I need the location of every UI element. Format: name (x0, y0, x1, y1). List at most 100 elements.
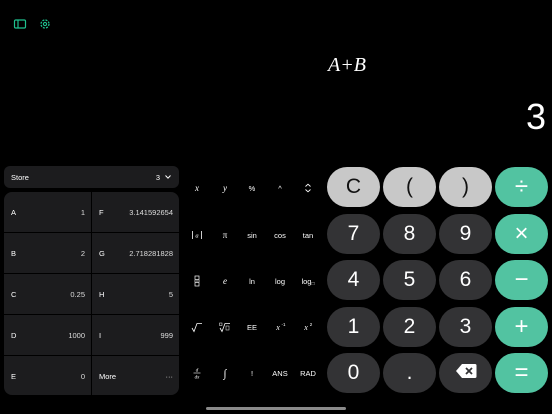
minus-button[interactable]: − (495, 260, 548, 300)
variable-e[interactable]: E0 (4, 356, 91, 395)
left-paren-button[interactable]: ( (383, 167, 436, 207)
digit-0-button[interactable]: 0 (327, 353, 380, 393)
variable-c[interactable]: C 0.25 (4, 274, 91, 315)
factorial-button[interactable]: ! (239, 360, 265, 386)
cos-button[interactable]: cos (267, 222, 293, 248)
grid-divider (4, 314, 179, 315)
euler-button[interactable]: e (212, 268, 238, 294)
variable-h[interactable]: H5 (92, 274, 179, 315)
square-icon[interactable]: x2 (295, 314, 321, 340)
variable-f[interactable]: F 3.141592654 (92, 192, 179, 233)
store-label: Store (11, 173, 29, 182)
variable-a[interactable]: A1 (4, 192, 91, 233)
grid-divider (4, 355, 179, 356)
nth-root-icon[interactable] (212, 314, 238, 340)
grid-divider (91, 192, 92, 395)
ln-button[interactable]: ln (239, 268, 265, 294)
log-button[interactable]: log (267, 268, 293, 294)
home-indicator (206, 407, 346, 410)
digit-9-button[interactable]: 9 (439, 214, 492, 254)
variables-grid: A1 F 3.141592654 B2 G 2.718281828 C 0.25 H5… (4, 192, 179, 395)
variable-value: 2 (80, 249, 85, 258)
variable-d[interactable]: D 1000 (4, 315, 91, 356)
svg-text:x: x (303, 323, 308, 332)
sidebar-icon[interactable] (13, 17, 27, 31)
backspace-button[interactable] (439, 353, 492, 393)
svg-text:a: a (195, 232, 198, 239)
digit-7-button[interactable]: 7 (327, 214, 380, 254)
square-root-icon[interactable] (184, 314, 210, 340)
digit-4-button[interactable]: 4 (327, 260, 380, 300)
clear-button[interactable]: C (327, 167, 380, 207)
store-value: 3 (155, 173, 160, 182)
store-selector[interactable]: Store 3 (4, 166, 179, 188)
gear-icon[interactable] (38, 17, 52, 31)
variable-value: 0.25 (70, 290, 85, 299)
grid-divider (4, 273, 179, 274)
x-variable-button[interactable]: x (184, 175, 210, 201)
variable-name: I (99, 331, 102, 340)
fraction-icon[interactable] (184, 268, 210, 294)
variable-value: 3.141592654 (129, 208, 173, 217)
svg-text:-1: -1 (281, 322, 285, 327)
variable-name: H (99, 290, 105, 299)
expression-display: A+B (328, 54, 366, 76)
digit-6-button[interactable]: 6 (439, 260, 492, 300)
variable-i[interactable]: I 999 (92, 315, 179, 356)
percent-button[interactable]: % (239, 175, 265, 201)
log-base-subscript-icon: □ (311, 280, 315, 287)
variable-name: E (11, 372, 17, 381)
variable-name: A (11, 208, 17, 217)
variable-name: F (99, 208, 104, 217)
integral-icon[interactable]: ∫ (212, 360, 238, 386)
tan-button[interactable]: tan (295, 222, 321, 248)
ee-button[interactable]: EE (239, 314, 265, 340)
variable-value: 2.718281828 (129, 249, 173, 258)
svg-text:∫: ∫ (222, 368, 227, 380)
digit-3-button[interactable]: 3 (439, 307, 492, 347)
divide-button[interactable]: ÷ (495, 167, 548, 207)
digit-1-button[interactable]: 1 (327, 307, 380, 347)
svg-text:2: 2 (310, 322, 313, 327)
absolute-value-icon[interactable]: a (184, 222, 210, 248)
digit-8-button[interactable]: 8 (383, 214, 436, 254)
variable-name: B (11, 249, 17, 258)
y-variable-button[interactable]: y (212, 175, 238, 201)
log-base-label: log (301, 276, 312, 286)
chevron-down-icon (164, 173, 172, 181)
variable-value: 0 (80, 372, 85, 381)
sin-button[interactable]: sin (239, 222, 265, 248)
variable-value: 1 (80, 208, 85, 217)
backspace-icon (455, 361, 477, 385)
multiply-button[interactable]: × (495, 214, 548, 254)
digit-2-button[interactable]: 2 (383, 307, 436, 347)
pi-button[interactable]: π (212, 222, 238, 248)
plus-button[interactable]: + (495, 307, 548, 347)
derivative-icon[interactable]: d dx (184, 360, 210, 386)
ans-button[interactable]: ANS (267, 360, 293, 386)
variable-value: 1000 (68, 331, 85, 340)
log-base-button[interactable]: log □ (295, 268, 321, 294)
svg-text:dx: dx (195, 376, 201, 381)
ellipsis-icon: ··· (165, 372, 174, 381)
equals-button[interactable]: = (495, 353, 548, 393)
result-display: 3 (525, 96, 546, 137)
variable-b[interactable]: B2 (4, 233, 91, 274)
variable-g[interactable]: G 2.718281828 (92, 233, 179, 274)
variable-name: C (11, 290, 17, 299)
grid-divider (4, 232, 179, 233)
svg-text:x: x (275, 323, 280, 332)
variable-value: 5 (168, 290, 173, 299)
variable-name: G (99, 249, 105, 258)
reciprocal-icon[interactable]: x -1 (267, 314, 293, 340)
power-button[interactable]: ^ (267, 175, 293, 201)
variable-name: D (11, 331, 17, 340)
digit-5-button[interactable]: 5 (383, 260, 436, 300)
right-paren-button[interactable]: ) (439, 167, 492, 207)
swap-icon[interactable] (295, 175, 321, 201)
variable-value: 999 (160, 331, 173, 340)
more-variables[interactable]: More ··· (92, 356, 179, 395)
decimal-button[interactable]: . (383, 353, 436, 393)
more-label: More (99, 372, 117, 381)
angle-mode-button[interactable]: RAD (295, 360, 321, 386)
